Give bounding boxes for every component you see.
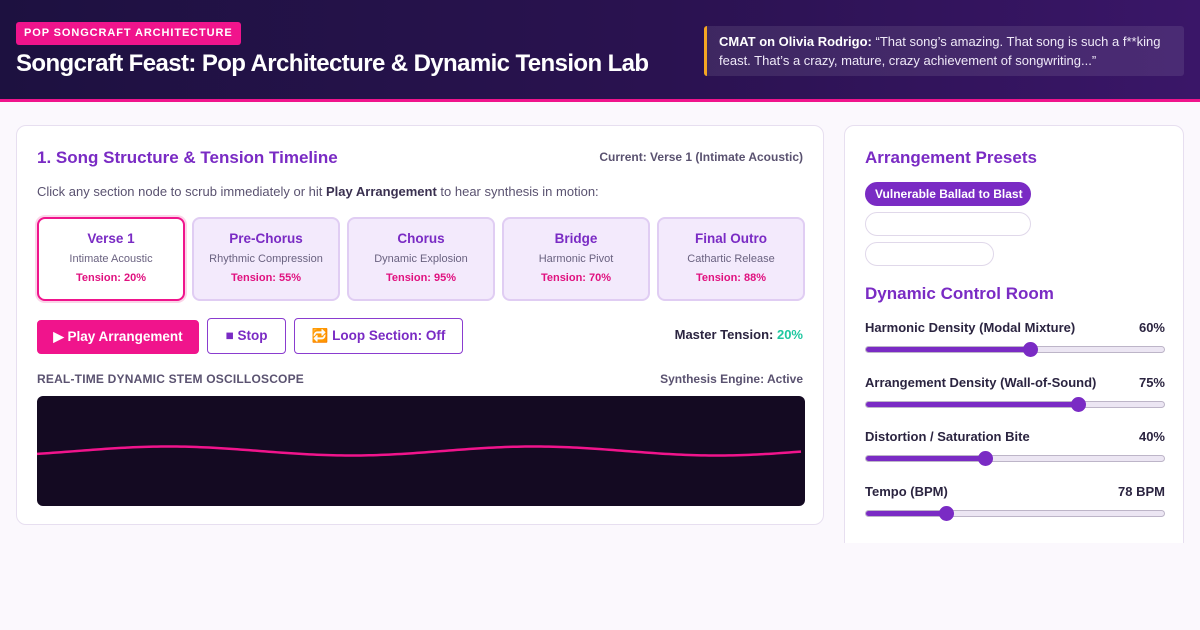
page-title: Songcraft Feast: Pop Architecture & Dyna…: [16, 50, 649, 77]
page-footer-area: [0, 543, 1200, 630]
section-node-final-outro[interactable]: Final Outro Cathartic Release Tension: 8…: [657, 217, 805, 301]
play-arrangement-button[interactable]: ▶ Play Arrangement: [37, 320, 199, 354]
section-tension: Tension: 55%: [230, 272, 302, 284]
slider-label: Distortion / Saturation Bite: [865, 429, 1030, 444]
slider-label: Harmonic Density (Modal Mixture): [865, 320, 1076, 335]
oscilloscope-display: [37, 396, 805, 506]
master-tension-label: Master Tension:: [674, 327, 777, 342]
section-nodes: Verse 1 Intimate Acoustic Tension: 20% P…: [37, 217, 805, 301]
master-tension-value: 20%: [776, 327, 803, 342]
section-desc: Intimate Acoustic: [69, 253, 153, 265]
waveform-line: [37, 445, 802, 457]
section-tension: Tension: 95%: [385, 272, 457, 284]
preset-option-2[interactable]: [865, 212, 1031, 236]
control-panel: Arrangement Presets Vulnerable Ballad to…: [844, 125, 1184, 565]
section-name: Bridge: [554, 231, 598, 246]
tempo-slider[interactable]: [865, 506, 1165, 521]
arrangement-density-control: Arrangement Density (Wall-of-Sound) 75%: [865, 375, 1165, 415]
instructions-text: Click any section node to scrub immediat…: [37, 184, 327, 199]
instructions-emphasis: Play Arrangement: [326, 184, 437, 199]
arrangement-density-slider[interactable]: [865, 397, 1165, 412]
section-desc: Rhythmic Compression: [209, 253, 323, 265]
slider-value: 40%: [1138, 429, 1165, 444]
section-name: Verse 1: [87, 231, 135, 246]
timeline-panel: 1. Song Structure & Tension Timeline Cur…: [16, 125, 824, 525]
loop-section-toggle[interactable]: 🔁 Loop Section: Off: [294, 318, 463, 354]
section-node-bridge[interactable]: Bridge Harmonic Pivot Tension: 70%: [502, 217, 650, 301]
section-name: Pre-Chorus: [229, 231, 303, 246]
distortion-control: Distortion / Saturation Bite 40%: [865, 429, 1165, 469]
control-room-title: Dynamic Control Room: [865, 284, 1054, 303]
timeline-title: 1. Song Structure & Tension Timeline: [37, 148, 338, 167]
section-node-verse-1[interactable]: Verse 1 Intimate Acoustic Tension: 20%: [37, 217, 185, 301]
quote-author: CMAT on Olivia Rodrigo:: [719, 34, 872, 49]
tempo-control: Tempo (BPM) 78 BPM: [865, 484, 1165, 524]
preset-vulnerable-ballad[interactable]: Vulnerable Ballad to Blast: [865, 182, 1031, 206]
section-tension: Tension: 20%: [75, 272, 147, 284]
oscilloscope-waveform: [37, 445, 802, 457]
category-tag: POP SONGCRAFT ARCHITECTURE: [16, 22, 241, 45]
section-desc: Harmonic Pivot: [538, 253, 614, 265]
harmonic-density-control: Harmonic Density (Modal Mixture) 60%: [865, 320, 1165, 360]
stop-button[interactable]: ■ Stop: [207, 318, 286, 354]
section-desc: Dynamic Explosion: [374, 253, 468, 265]
slider-fill: [866, 456, 986, 461]
section-desc: Cathartic Release: [687, 253, 775, 265]
section-name: Final Outro: [695, 231, 767, 246]
instructions-text-end: to hear synthesis in motion:: [436, 184, 599, 199]
preset-option-3[interactable]: [865, 242, 994, 266]
timeline-instructions: Click any section node to scrub immediat…: [37, 184, 599, 199]
section-tension: Tension: 70%: [540, 272, 612, 284]
app-header: POP SONGCRAFT ARCHITECTURE Songcraft Fea…: [0, 0, 1200, 102]
slider-thumb[interactable]: [978, 451, 994, 466]
slider-fill: [866, 402, 1078, 407]
oscilloscope-label: REAL-TIME DYNAMIC STEM OSCILLOSCOPE: [37, 372, 305, 386]
featured-quote: CMAT on Olivia Rodrigo: “That song’s ama…: [704, 26, 1184, 76]
harmonic-density-slider[interactable]: [865, 342, 1165, 357]
slider-label: Arrangement Density (Wall-of-Sound): [865, 375, 1097, 390]
engine-status: Synthesis Engine: Active: [660, 372, 803, 386]
slider-fill: [866, 511, 947, 516]
section-tension: Tension: 88%: [695, 272, 767, 284]
slider-label: Tempo (BPM): [865, 484, 948, 499]
section-name: Chorus: [397, 231, 445, 246]
slider-thumb[interactable]: [1070, 397, 1086, 412]
slider-thumb[interactable]: [939, 506, 955, 521]
distortion-slider[interactable]: [865, 451, 1165, 466]
slider-value: 75%: [1138, 375, 1165, 390]
section-node-pre-chorus[interactable]: Pre-Chorus Rhythmic Compression Tension:…: [192, 217, 340, 301]
current-section-readout: Current: Verse 1 (Intimate Acoustic): [599, 150, 803, 164]
master-tension-readout: Master Tension: 20%: [675, 327, 803, 342]
slider-value: 78 BPM: [1118, 484, 1165, 499]
slider-thumb[interactable]: [1022, 342, 1038, 357]
presets-title: Arrangement Presets: [865, 148, 1037, 167]
section-node-chorus[interactable]: Chorus Dynamic Explosion Tension: 95%: [347, 217, 495, 301]
slider-value: 60%: [1138, 320, 1165, 335]
slider-fill: [866, 347, 1030, 352]
